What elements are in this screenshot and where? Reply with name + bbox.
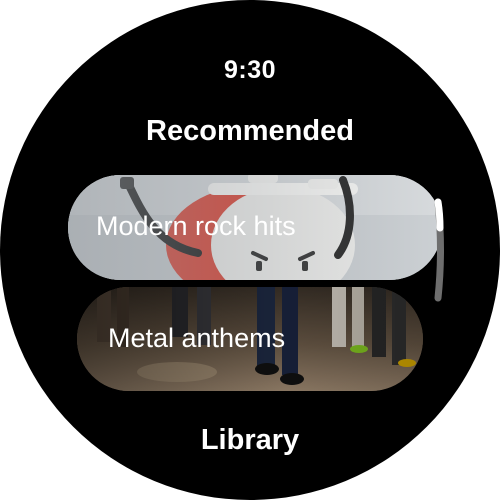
clock-time: 9:30	[223, 56, 277, 84]
section-title-recommended: Recommended	[146, 115, 354, 147]
screen: 9:30 Recommended Modern rock hits Metal …	[0, 0, 500, 500]
scroll-indicator-icon[interactable]	[428, 190, 458, 310]
watch-face: 9:30 Recommended Modern rock hits Metal …	[0, 0, 500, 500]
playlist-chip-label: Metal anthems	[108, 323, 286, 353]
playlist-chip-metal-anthems[interactable]: Metal anthems	[77, 287, 423, 391]
library-button[interactable]: Library	[0, 424, 500, 457]
playlist-chip-modern-rock-hits[interactable]: Modern rock hits	[68, 175, 442, 280]
playlist-chip-label: Modern rock hits	[96, 211, 296, 241]
scroll-thumb	[434, 198, 444, 232]
